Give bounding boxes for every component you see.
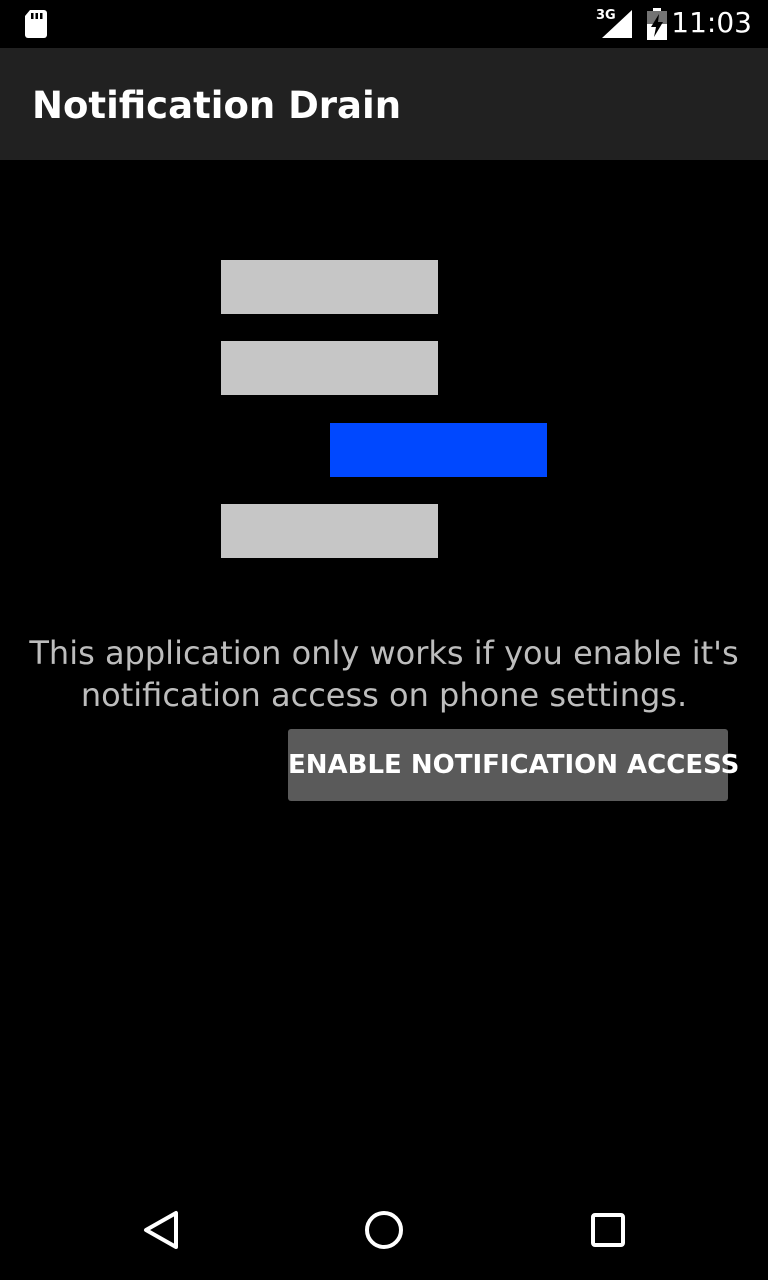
logo-bar-1: [221, 260, 438, 314]
logo-bar-2: [221, 341, 438, 395]
back-icon[interactable]: [128, 1198, 192, 1262]
app-logo: [0, 0, 768, 600]
navigation-bar: [0, 1184, 768, 1280]
logo-bar-4: [221, 504, 438, 558]
enable-notification-access-button[interactable]: ENABLE NOTIFICATION ACCESS: [288, 729, 739, 801]
screen: 3G 11:03 Notification Drain This applica…: [0, 0, 768, 1280]
recents-icon[interactable]: [576, 1198, 640, 1262]
logo-bar-3-accent: [330, 423, 547, 477]
notification-access-message: This application only works if you enabl…: [29, 634, 739, 714]
home-icon[interactable]: [352, 1198, 416, 1262]
